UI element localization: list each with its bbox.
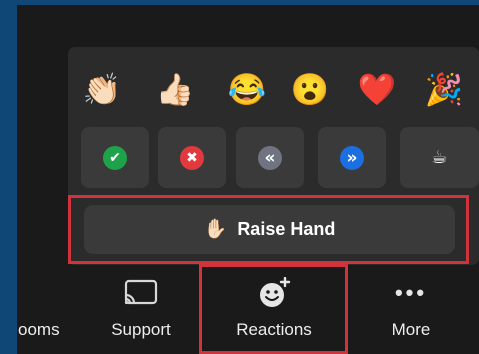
x-icon: ✖ [180, 145, 204, 170]
toolbar-item-reactions[interactable]: Reactions [204, 270, 344, 354]
raise-hand-label: Raise Hand [237, 219, 336, 239]
tears-of-joy-emoji[interactable]: 😂 [222, 69, 272, 109]
raise-hand-highlight: ✋🏻 Raise Hand [68, 195, 469, 264]
raise-hand-button[interactable]: ✋🏻 Raise Hand [84, 205, 455, 254]
toolbar-more-label: More [391, 320, 431, 339]
toolbar-breakout-rooms-label: ooms [18, 320, 60, 339]
rewind-icon: « [258, 145, 282, 170]
toolbar-reactions-label: Reactions [236, 320, 312, 339]
toolbar-item-more[interactable]: ••• More [372, 270, 450, 354]
coffee-icon: ☕ [431, 147, 448, 168]
slow-down-button[interactable]: « [236, 127, 304, 188]
yes-button[interactable]: ✔ [81, 127, 149, 188]
toolbar-item-support[interactable]: Support [100, 270, 182, 354]
coffee-button[interactable]: ☕ [400, 127, 479, 188]
party-popper-emoji[interactable]: 🎉 [419, 69, 469, 109]
red-heart-emoji[interactable]: ❤️ [352, 69, 402, 109]
clapping-hands-emoji[interactable]: 👏🏻 [77, 69, 127, 109]
checkmark-icon: ✔ [103, 145, 127, 170]
emoji-reactions-row: 👏🏻 👍🏻 😂 😮 ❤️ 🎉 [68, 47, 479, 127]
toolbar-support-label: Support [111, 320, 171, 339]
fast-forward-icon: » [340, 145, 364, 170]
thumbs-up-emoji[interactable]: 👍🏻 [150, 69, 200, 109]
speed-up-button[interactable]: » [318, 127, 386, 188]
status-reactions-row: ✔ ✖ « » ☕ [68, 127, 479, 189]
no-button[interactable]: ✖ [158, 127, 226, 188]
raised-hand-icon: ✋🏻 [203, 219, 228, 240]
cast-screen-icon [123, 270, 159, 316]
toolbar-item-breakout-rooms[interactable]: ooms [18, 270, 68, 354]
add-reaction-icon [257, 270, 291, 316]
more-dots-icon: ••• [394, 280, 428, 305]
open-mouth-emoji[interactable]: 😮 [285, 69, 335, 109]
